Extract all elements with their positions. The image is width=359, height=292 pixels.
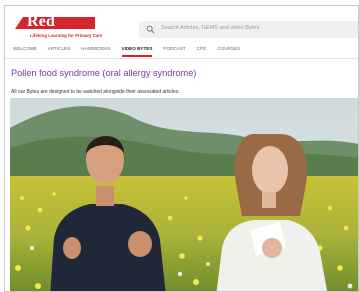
header-divider (5, 58, 358, 59)
site-header: Red Whale Lifelong Learning for Primary … (5, 6, 358, 58)
page-title: Pollen food syndrome (oral allergy syndr… (11, 68, 197, 78)
nav-item-courses[interactable]: COURSES (217, 46, 240, 56)
logo-tagline: Lifelong Learning for Primary Care (30, 33, 103, 38)
nav-item-video-bytes[interactable]: VIDEO BYTES (121, 46, 152, 57)
nav-item-articles[interactable]: ARTICLES (48, 46, 70, 56)
logo-name: Red Whale (27, 13, 73, 48)
main-nav: WELCOME ARTICLES HANDBOOKS VIDEO BYTES P… (13, 46, 251, 57)
video-player[interactable] (10, 98, 358, 291)
page-frame: Red Whale Lifelong Learning for Primary … (4, 5, 359, 292)
nav-item-welcome[interactable]: WELCOME (13, 46, 37, 56)
nav-item-handbooks[interactable]: HANDBOOKS (81, 46, 110, 56)
red-whale-logo[interactable]: Red Whale Lifelong Learning for Primary … (13, 12, 103, 48)
nav-item-podcast[interactable]: PODCAST (163, 46, 185, 56)
search-icon (146, 25, 155, 34)
nav-item-cpd[interactable]: CPD (197, 46, 207, 56)
video-frame-image (10, 98, 358, 291)
search-input[interactable]: Search Articles, GEMS and video Bytes (139, 21, 358, 38)
intro-text: All our Bytes are designed to be watched… (11, 89, 180, 95)
search-placeholder: Search Articles, GEMS and video Bytes (161, 25, 260, 31)
